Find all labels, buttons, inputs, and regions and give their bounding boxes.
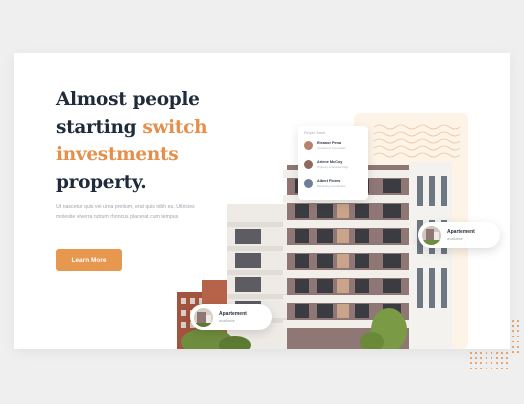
- decorative-dot: [512, 335, 514, 338]
- decorative-dot: [506, 352, 508, 354]
- decorative-dot: [495, 362, 498, 364]
- decorative-dot: [512, 351, 514, 353]
- decorative-dot: [517, 335, 519, 338]
- decorative-dot: [495, 352, 498, 354]
- decorative-dot: [485, 367, 488, 370]
- decorative-dot-grid-bottom: [470, 352, 508, 370]
- decorative-dot: [506, 367, 508, 370]
- decorative-dot: [470, 352, 472, 354]
- hero-description: Ut nascetur quis vel urna pretium, erat …: [56, 204, 195, 221]
- decorative-dot: [480, 362, 482, 364]
- decorative-dot: [517, 351, 519, 353]
- decorative-dot: [490, 357, 493, 359]
- person-row[interactable]: Albert Flores Marketing Coordinator: [304, 179, 346, 188]
- decorative-dot: [470, 367, 472, 370]
- decorative-dot: [517, 325, 519, 327]
- decorative-dot: [512, 330, 514, 332]
- decorative-dot: [485, 362, 488, 364]
- decorative-dot: [512, 320, 514, 322]
- apartment-title: Apartement: [219, 310, 247, 317]
- decorative-dot: [475, 362, 477, 364]
- apartment-status: available: [447, 235, 463, 241]
- decorative-dot: [480, 357, 482, 359]
- decorative-dot: [517, 340, 519, 343]
- apartment-card-bottom[interactable]: Apartement available: [190, 304, 272, 330]
- decorative-dot: [501, 362, 503, 364]
- avatar: [304, 160, 313, 169]
- decorative-dot: [470, 362, 472, 364]
- learn-more-button[interactable]: Learn More: [56, 249, 122, 271]
- apartment-thumbnail: [422, 225, 441, 245]
- decorative-dot: [501, 357, 503, 359]
- decorative-dot: [480, 367, 482, 370]
- person-role: Marketing Coordinator: [317, 184, 346, 188]
- decorative-dot: [517, 345, 519, 348]
- person-role: Investment Consultant: [317, 146, 346, 150]
- decorative-dot: [470, 357, 472, 359]
- decorative-dot: [506, 357, 508, 359]
- decorative-dot: [485, 352, 488, 354]
- headline-line-1: Almost people: [56, 89, 200, 110]
- decorative-dot: [517, 320, 519, 322]
- decorative-dot: [490, 362, 493, 364]
- decorative-dot: [475, 352, 477, 354]
- decorative-dot: [501, 367, 503, 370]
- decorative-dot: [512, 325, 514, 327]
- decorative-dot: [475, 367, 477, 370]
- avatar: [304, 141, 313, 150]
- decorative-dot: [517, 330, 519, 332]
- decorative-dot: [495, 357, 498, 359]
- decorative-dot: [480, 352, 482, 354]
- headline-line-2-text: starting: [56, 116, 143, 138]
- decorative-dot: [501, 352, 503, 354]
- headline-accent-switch: switch: [142, 116, 208, 138]
- person-row[interactable]: Eleanor Pena Investment Consultant: [304, 141, 346, 150]
- decorative-dot: [485, 357, 488, 359]
- hero-section: Almost people starting switch investment…: [14, 53, 510, 349]
- apartment-status: available: [219, 317, 235, 323]
- person-row[interactable]: Arlene McCoy Property Acquisition Mgr: [304, 160, 348, 169]
- decorative-dot: [506, 362, 508, 364]
- apartment-card-right[interactable]: Apartement available: [418, 222, 500, 248]
- decorative-dot: [512, 340, 514, 343]
- apartment-title: Apartement: [447, 228, 475, 235]
- decorative-dot: [490, 367, 493, 370]
- avatar: [304, 179, 313, 188]
- decorative-dot: [490, 352, 493, 354]
- people-card-title: People Saver: [304, 131, 326, 135]
- apartment-thumbnail: [194, 307, 213, 327]
- decorative-dot: [495, 367, 498, 370]
- people-saver-card: People Saver Eleanor Pena Investment Con…: [298, 126, 368, 200]
- decorative-dot: [512, 345, 514, 348]
- decorative-dot: [475, 357, 477, 359]
- decorative-wave-lines: [374, 124, 460, 158]
- decorative-dot-grid-right: [512, 320, 519, 353]
- headline-line-2: starting switch: [56, 114, 256, 142]
- person-role: Property Acquisition Mgr: [317, 165, 349, 169]
